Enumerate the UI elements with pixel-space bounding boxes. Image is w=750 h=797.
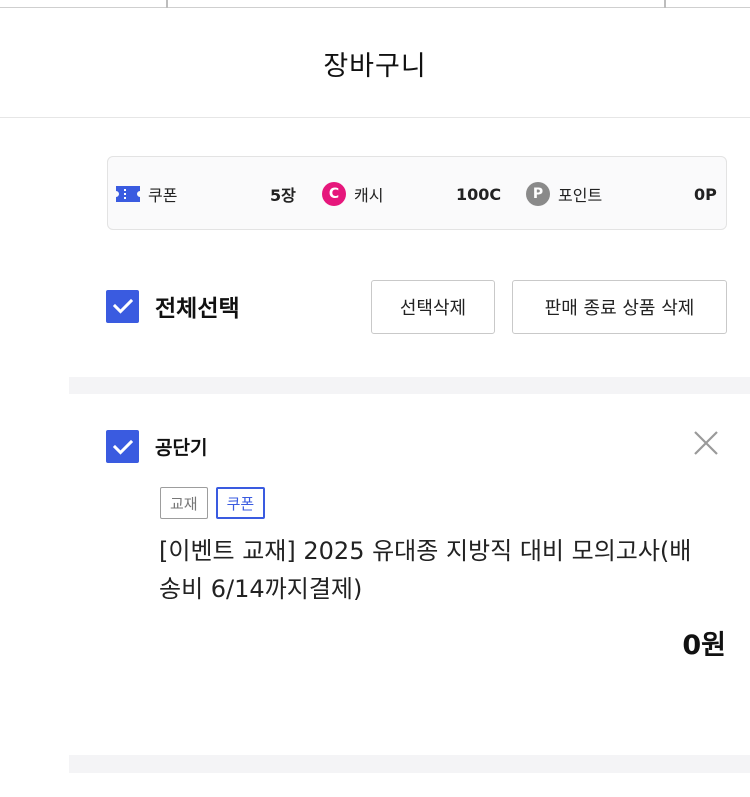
cash-icon: C [322,182,346,206]
section-divider [69,755,750,773]
page-title: 장바구니 [323,51,427,82]
cash-amount: 100C [456,184,502,204]
checkmark-icon [112,439,133,455]
point-label: 포인트 [558,186,603,205]
ticket-icon [116,186,140,202]
coupon-label: 쿠폰 [148,186,178,205]
delete-selected-button[interactable]: 선택삭제 [371,280,495,334]
close-icon [694,431,718,455]
tab-divider [664,0,666,8]
browser-top-edge [0,0,750,8]
remove-item-button[interactable] [692,429,720,457]
seller-name: 공단기 [155,437,208,459]
section-divider [69,377,750,394]
benefit-summary-box: 쿠폰 5장 C 캐시 100C P 포인트 0P [107,156,727,230]
seller-group-header[interactable]: 공단기 [106,430,207,463]
select-all-checkbox[interactable] [106,289,139,323]
item-tags: 교재 쿠폰 [160,487,266,519]
select-all-label: 전체선택 [155,296,240,322]
cash-label: 캐시 [354,186,384,205]
coupon-count: 5장 [270,186,296,205]
delete-ended-products-button[interactable]: 판매 종료 상품 삭제 [512,280,727,334]
product-title-line-2: 송비 6/14까지결제) [159,575,363,603]
product-title[interactable]: [이벤트 교재] 2025 유대종 지방직 대비 모의고사(배 송비 6/14까… [159,532,729,608]
tag-textbook: 교재 [160,487,208,519]
seller-checkbox[interactable] [106,430,139,463]
select-all-control[interactable]: 전체선택 [106,289,240,323]
point-benefit[interactable]: P 포인트 [526,157,602,231]
coupon-benefit[interactable]: 쿠폰 [116,157,177,231]
page-header: 장바구니 [0,8,750,118]
product-title-line-1: [이벤트 교재] 2025 유대종 지방직 대비 모의고사(배 [159,537,692,565]
tab-divider [166,0,168,8]
cash-benefit[interactable]: C 캐시 [322,157,383,231]
item-price: 0원 [682,630,726,661]
tag-coupon: 쿠폰 [215,487,266,519]
point-amount: 0P [694,184,717,204]
point-icon: P [526,182,550,206]
checkmark-icon [112,298,133,314]
